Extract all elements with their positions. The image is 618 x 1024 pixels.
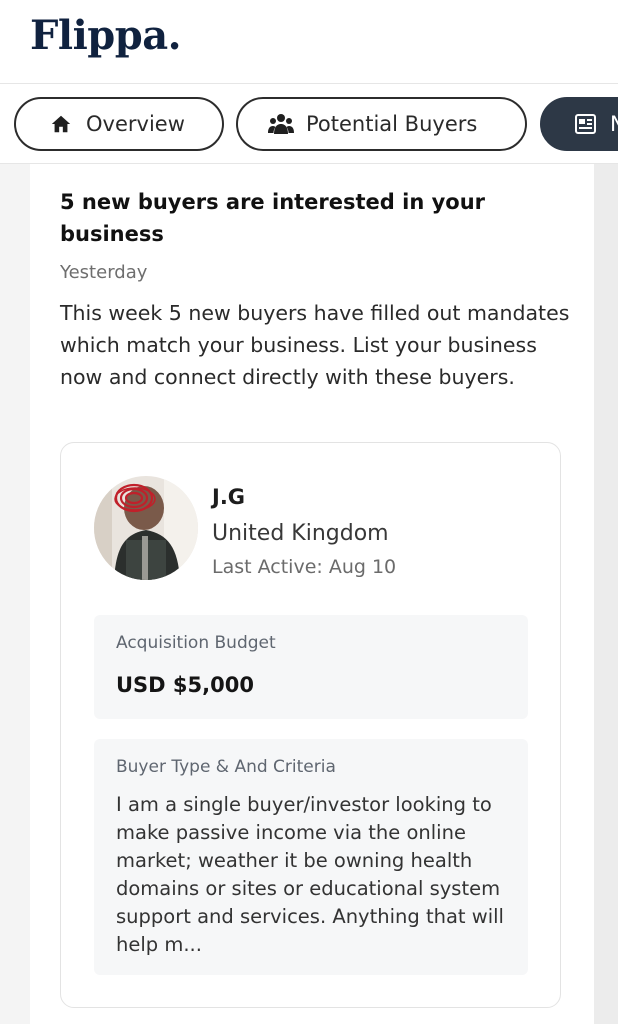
buyer-type-text: I am a single buyer/investor looking to …: [116, 793, 504, 956]
tab-potential-buyers[interactable]: Potential Buyers: [236, 97, 527, 151]
notification-card: 5 new buyers are interested in your busi…: [30, 164, 594, 1024]
buyer-name: J.G: [212, 485, 246, 509]
buyer-type-label: Buyer Type & And Criteria: [116, 757, 336, 777]
acquisition-budget-value: USD $5,000: [116, 673, 254, 697]
users-icon: [268, 111, 294, 137]
avatar: [94, 476, 198, 580]
newspaper-icon: [572, 111, 598, 137]
tab-potential-buyers-label: Potential Buyers: [306, 112, 478, 136]
tab-news[interactable]: N: [540, 97, 618, 151]
buyer-type-panel: Buyer Type & And Criteria I am a single …: [94, 739, 528, 975]
acquisition-budget-panel: Acquisition Budget USD $5,000: [94, 615, 528, 719]
buyer-card[interactable]: J.G United Kingdom Last Active: Aug 10 A…: [60, 442, 561, 1008]
notification-title: 5 new buyers are interested in your busi…: [60, 190, 486, 246]
tab-bar: Overview Potential Buyers N: [0, 84, 618, 164]
notification-body: This week 5 new buyers have filled out m…: [60, 301, 570, 389]
home-icon: [48, 111, 74, 137]
acquisition-budget-label: Acquisition Budget: [116, 633, 276, 653]
top-bar: Flippa.: [0, 0, 618, 84]
buyer-country: United Kingdom: [212, 521, 389, 546]
flippa-logo[interactable]: Flippa.: [30, 12, 182, 59]
page-gutter: [594, 164, 618, 1024]
tab-overview[interactable]: Overview: [14, 97, 224, 151]
tab-overview-label: Overview: [86, 112, 185, 136]
notification-time: Yesterday: [60, 262, 148, 283]
buyer-last-active: Last Active: Aug 10: [212, 556, 397, 578]
tab-news-label: N: [610, 112, 618, 136]
